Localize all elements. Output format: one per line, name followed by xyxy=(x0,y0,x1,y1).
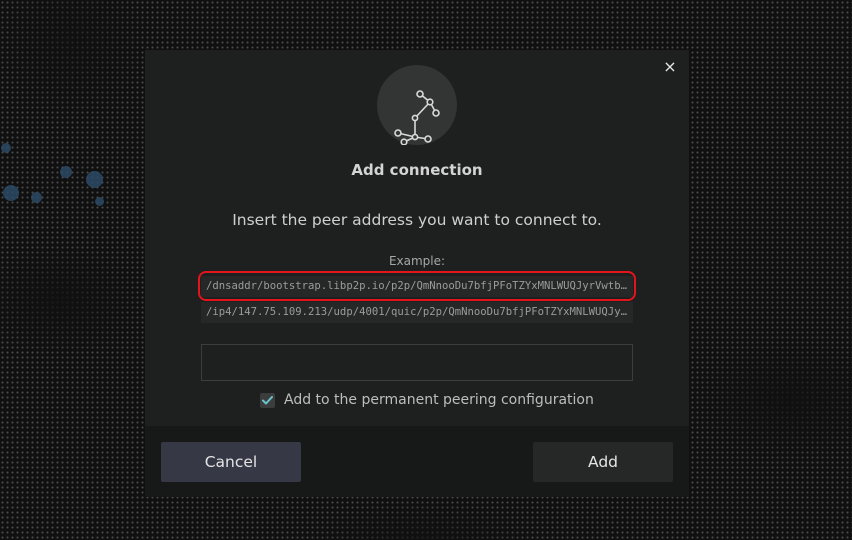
example-label: Example: xyxy=(388,254,446,268)
map-peer-dot xyxy=(3,185,19,201)
map-peer-dot xyxy=(31,192,42,203)
checkmark-icon xyxy=(262,395,273,404)
dialog-title: Add connection xyxy=(351,161,483,179)
network-graph-icon xyxy=(377,65,457,145)
permanent-peering-option[interactable]: Add to the permanent peering configurati… xyxy=(260,390,594,410)
example-address-ip4: /ip4/147.75.109.213/udp/4001/quic/p2p/Qm… xyxy=(201,302,633,323)
dialog-instructions: Insert the peer address you want to conn… xyxy=(232,211,602,229)
permanent-peering-label: Add to the permanent peering configurati… xyxy=(284,392,594,408)
highlight-box xyxy=(198,271,636,301)
map-peer-dot xyxy=(95,197,104,206)
add-button[interactable]: Add xyxy=(533,442,673,482)
map-peer-dot xyxy=(60,166,72,178)
peer-address-input[interactable] xyxy=(201,344,633,381)
map-peer-dot xyxy=(86,171,103,188)
cancel-button[interactable]: Cancel xyxy=(161,442,301,482)
close-icon[interactable]: × xyxy=(661,58,679,76)
dialog-footer: Cancel Add xyxy=(145,426,689,497)
add-connection-dialog: × Add connection Insert the peer address… xyxy=(145,50,689,497)
map-peer-dot xyxy=(1,143,11,153)
permanent-peering-checkbox[interactable] xyxy=(260,392,275,408)
